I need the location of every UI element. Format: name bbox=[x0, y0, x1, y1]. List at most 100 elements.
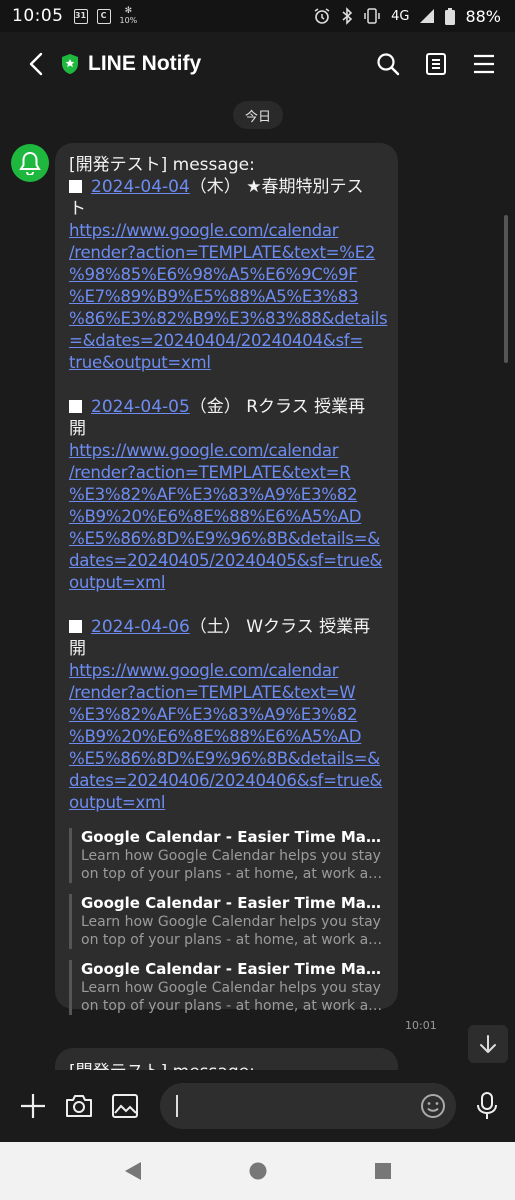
event-text-cont: 開 bbox=[69, 639, 86, 659]
camera-icon bbox=[66, 1095, 92, 1117]
preview-desc: Learn how Google Calendar helps you stay bbox=[81, 848, 381, 864]
status-bar: 10:05 31 C ✻ 10% 4G 88% bbox=[0, 0, 515, 32]
event-text: （木） ★春期特別テス bbox=[189, 177, 364, 197]
preview-title: Google Calendar - Easier Time Manage... bbox=[81, 828, 384, 846]
event-text: （土） Wクラス 授業再 bbox=[189, 617, 371, 637]
chat-title: LINE Notify bbox=[88, 52, 202, 75]
search-icon bbox=[377, 53, 400, 76]
url-line[interactable]: dates=20240406/20240406&sf=true& bbox=[69, 770, 384, 792]
event-date-link[interactable]: 2024-04-05 bbox=[91, 397, 190, 417]
voice-button[interactable] bbox=[468, 1087, 506, 1125]
status-time: 10:05 bbox=[12, 6, 64, 26]
notes-icon bbox=[426, 53, 446, 75]
url-line[interactable]: /render?action=TEMPLATE&text=W bbox=[69, 682, 384, 704]
event-item: 2024-04-04（木） ★春期特別テス ト https://www.goog… bbox=[69, 176, 388, 374]
camera-button[interactable] bbox=[60, 1087, 98, 1125]
event-text-cont: ト bbox=[69, 199, 86, 219]
calendar-link[interactable]: https://www.google.com/calendar /render?… bbox=[69, 660, 384, 814]
bullet-square-icon bbox=[69, 620, 82, 633]
url-line[interactable]: /render?action=TEMPLATE&text=%E2 bbox=[69, 242, 384, 264]
image-button[interactable] bbox=[106, 1087, 144, 1125]
url-line[interactable]: =&dates=20240404/20240404&sf= bbox=[69, 330, 384, 352]
link-preview[interactable]: Google Calendar - Easier Time Manage... … bbox=[69, 894, 384, 949]
app-notification-icon: C bbox=[96, 8, 111, 24]
url-line[interactable]: /render?action=TEMPLATE&text=R bbox=[69, 462, 384, 484]
battery-icon bbox=[445, 7, 456, 25]
calendar-link[interactable]: https://www.google.com/calendar /render?… bbox=[69, 220, 388, 374]
url-line[interactable]: https://www.google.com/calendar bbox=[69, 660, 384, 682]
url-line[interactable]: %E3%82%AF%E3%83%A9%E3%82 bbox=[69, 484, 384, 506]
preview-desc: Learn how Google Calendar helps you stay bbox=[81, 914, 381, 930]
message-input-bar bbox=[0, 1070, 515, 1142]
url-line[interactable]: output=xml bbox=[69, 792, 384, 814]
date-divider: 今日 bbox=[233, 101, 283, 129]
data-saver-icon: ✻ 10% bbox=[119, 6, 138, 26]
url-line[interactable]: dates=20240405/20240405&sf=true& bbox=[69, 550, 384, 572]
back-button[interactable] bbox=[14, 42, 58, 86]
preview-desc: Learn how Google Calendar helps you stay bbox=[81, 980, 381, 996]
nav-recents-button[interactable] bbox=[363, 1151, 403, 1191]
network-type: 4G bbox=[391, 8, 410, 24]
event-text: （金） Rクラス 授業再 bbox=[189, 397, 366, 417]
url-line[interactable]: https://www.google.com/calendar bbox=[69, 440, 384, 462]
preview-title: Google Calendar - Easier Time Manage... bbox=[81, 894, 384, 912]
url-line[interactable]: %86%E3%82%B9%E3%83%88&details bbox=[69, 308, 388, 330]
triangle-back-icon bbox=[124, 1162, 141, 1180]
url-line[interactable]: %E7%89%B9%E5%88%A5%E3%83 bbox=[69, 286, 384, 308]
shield-star-icon bbox=[62, 54, 78, 74]
data-saver-label: 10% bbox=[119, 16, 138, 25]
image-icon bbox=[112, 1094, 138, 1118]
add-button[interactable] bbox=[14, 1087, 52, 1125]
chat-header: LINE Notify bbox=[0, 32, 515, 96]
signal-icon bbox=[420, 9, 435, 23]
url-line[interactable]: output=xml bbox=[69, 572, 384, 594]
event-item: 2024-04-05（金） Rクラス 授業再 開 https://www.goo… bbox=[69, 396, 384, 594]
scrollbar[interactable] bbox=[504, 215, 508, 363]
link-preview[interactable]: Google Calendar - Easier Time Manage... … bbox=[69, 960, 384, 1015]
emoji-button[interactable] bbox=[420, 1093, 446, 1123]
text-caret bbox=[176, 1095, 178, 1117]
preview-desc: on top of your plans - at home, at work … bbox=[81, 866, 384, 882]
bullet-square-icon bbox=[69, 400, 82, 413]
menu-button[interactable] bbox=[467, 47, 501, 81]
bluetooth-icon bbox=[342, 7, 353, 25]
url-line[interactable]: https://www.google.com/calendar bbox=[69, 220, 384, 242]
official-account-badge bbox=[60, 53, 80, 75]
avatar[interactable] bbox=[11, 144, 49, 182]
emoji-icon bbox=[421, 1094, 445, 1118]
bell-icon bbox=[19, 151, 41, 175]
preview-desc: on top of your plans - at home, at work … bbox=[81, 998, 384, 1014]
square-recents-icon bbox=[374, 1163, 391, 1179]
nav-back-button[interactable] bbox=[113, 1151, 153, 1191]
bullet-square-icon bbox=[69, 180, 82, 193]
message-timestamp: 10:01 bbox=[405, 1019, 437, 1032]
menu-icon bbox=[474, 54, 494, 74]
message-bubble[interactable]: [開発テスト] message: 2024-04-04（木） ★春期特別テス ト… bbox=[55, 143, 398, 1015]
event-date-link[interactable]: 2024-04-04 bbox=[91, 177, 190, 197]
url-line[interactable]: %B9%20%E6%8E%88%E6%A5%AD bbox=[69, 506, 384, 528]
alarm-icon bbox=[314, 8, 330, 24]
calendar-notification-icon: 31 bbox=[73, 8, 88, 24]
url-line[interactable]: %98%85%E6%98%A5%E6%9C%9F bbox=[69, 264, 384, 286]
url-line[interactable]: %E5%86%8D%E9%96%8B&details=& bbox=[69, 528, 384, 550]
url-line[interactable]: %E3%82%AF%E3%83%A9%E3%82 bbox=[69, 704, 384, 726]
message-header: [開発テスト] message: bbox=[69, 155, 255, 175]
vibrate-icon bbox=[364, 8, 380, 24]
calendar-link[interactable]: https://www.google.com/calendar /render?… bbox=[69, 440, 384, 594]
event-date-link[interactable]: 2024-04-06 bbox=[91, 617, 190, 637]
nav-home-button[interactable] bbox=[238, 1151, 278, 1191]
notes-button[interactable] bbox=[419, 47, 453, 81]
url-line[interactable]: true&output=xml bbox=[69, 352, 384, 374]
event-text-cont: 開 bbox=[69, 419, 86, 439]
url-line[interactable]: %E5%86%8D%E9%96%8B&details=& bbox=[69, 748, 384, 770]
circle-home-icon bbox=[249, 1162, 266, 1180]
event-item: 2024-04-06（土） Wクラス 授業再 開 https://www.goo… bbox=[69, 616, 384, 814]
link-preview[interactable]: Google Calendar - Easier Time Manage... … bbox=[69, 828, 384, 883]
preview-desc: on top of your plans - at home, at work … bbox=[81, 932, 384, 948]
scroll-to-bottom-button[interactable] bbox=[468, 1025, 508, 1063]
system-nav-bar bbox=[0, 1142, 515, 1200]
message-input[interactable] bbox=[160, 1083, 456, 1129]
search-button[interactable] bbox=[371, 47, 405, 81]
arrow-down-icon bbox=[480, 1035, 496, 1053]
url-line[interactable]: %B9%20%E6%8E%88%E6%A5%AD bbox=[69, 726, 384, 748]
